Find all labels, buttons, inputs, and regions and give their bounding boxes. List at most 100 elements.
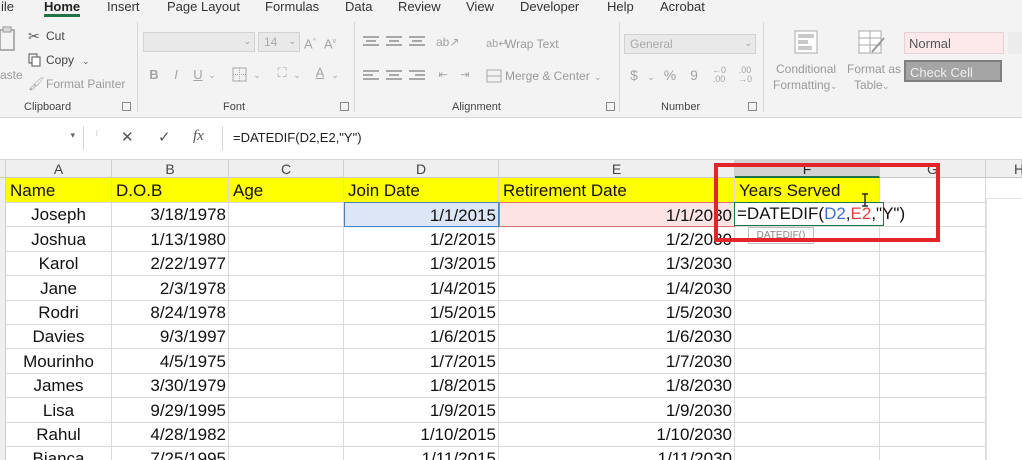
cell-f11[interactable] bbox=[735, 422, 880, 447]
percent-button[interactable]: % bbox=[662, 67, 678, 83]
cell-c5[interactable] bbox=[229, 275, 344, 301]
more-options-icon[interactable]: ⋮ bbox=[94, 131, 100, 137]
cell-g5[interactable] bbox=[880, 275, 986, 301]
clipboard-launcher-icon[interactable] bbox=[122, 102, 131, 111]
insert-function-button[interactable]: fx bbox=[193, 128, 204, 145]
cell-b6[interactable]: 8/24/1978 bbox=[112, 300, 229, 325]
enter-button[interactable]: ✓ bbox=[158, 128, 171, 146]
column-header-c[interactable]: C bbox=[229, 160, 344, 178]
column-header-a[interactable]: A bbox=[6, 160, 112, 178]
cut-button[interactable]: ✂ Cut bbox=[28, 28, 88, 46]
cell-g10[interactable] bbox=[880, 397, 986, 423]
borders-icon[interactable] bbox=[232, 67, 248, 83]
cell-b5[interactable]: 2/3/1978 bbox=[112, 275, 229, 301]
format-as-table-button[interactable]: Format as Table ⌄ bbox=[844, 28, 902, 100]
font-name-dropdown[interactable]: ⌄ bbox=[143, 32, 255, 52]
align-left-icon[interactable] bbox=[363, 70, 379, 82]
conditional-formatting-button[interactable]: Conditional Formatting ⌄ bbox=[770, 28, 844, 100]
cell-e10[interactable]: 1/9/2030 bbox=[499, 397, 735, 423]
style-normal-swatch[interactable]: Normal bbox=[904, 32, 1004, 54]
wrap-text-button[interactable]: ab↵ Wrap Text bbox=[486, 36, 566, 54]
tab-file[interactable]: ile bbox=[1, 0, 14, 14]
cell-c2[interactable] bbox=[229, 202, 344, 228]
cell-e12[interactable]: 1/11/2030 bbox=[499, 446, 735, 460]
cell-d6[interactable]: 1/5/2015 bbox=[344, 300, 499, 325]
cell-g7[interactable] bbox=[880, 324, 986, 350]
cell-c9[interactable] bbox=[229, 373, 344, 399]
decrease-font-icon[interactable]: Av bbox=[322, 34, 338, 52]
tab-acrobat[interactable]: Acrobat bbox=[660, 0, 705, 14]
cell-b10[interactable]: 9/29/1995 bbox=[112, 397, 229, 423]
cancel-button[interactable]: ✕ bbox=[121, 128, 134, 146]
cell-e8[interactable]: 1/7/2030 bbox=[499, 348, 735, 374]
tab-insert[interactable]: Insert bbox=[107, 0, 140, 14]
cell-b2[interactable]: 3/18/1978 bbox=[112, 202, 229, 228]
tab-page-layout[interactable]: Page Layout bbox=[167, 0, 240, 14]
header-cell-e[interactable]: Retirement Date bbox=[499, 178, 735, 203]
chevron-down-icon[interactable]: ⌄ bbox=[252, 67, 262, 83]
cell-c3[interactable] bbox=[229, 226, 344, 252]
currency-button[interactable]: $ bbox=[628, 67, 640, 83]
cell-a12[interactable]: Bianca bbox=[6, 446, 112, 460]
cell-b3[interactable]: 1/13/1980 bbox=[112, 226, 229, 252]
orientation-icon[interactable]: ab↗ bbox=[436, 34, 459, 50]
cell-f6[interactable] bbox=[735, 300, 880, 325]
underline-button[interactable]: U bbox=[192, 67, 204, 83]
cell-a10[interactable]: Lisa bbox=[6, 397, 112, 423]
column-header-h[interactable]: H bbox=[986, 160, 1022, 178]
header-cell-c[interactable]: Age bbox=[229, 178, 344, 203]
align-right-icon[interactable] bbox=[409, 70, 425, 82]
cell-d7[interactable]: 1/6/2015 bbox=[344, 324, 499, 350]
cell-a9[interactable]: James bbox=[6, 373, 112, 399]
font-size-dropdown[interactable]: 14 ⌄ bbox=[258, 32, 300, 52]
cell-b8[interactable]: 4/5/1975 bbox=[112, 348, 229, 374]
cell-e9[interactable]: 1/8/2030 bbox=[499, 373, 735, 399]
cell-d2[interactable]: 1/1/2015 bbox=[344, 202, 499, 228]
cell-g11[interactable] bbox=[880, 422, 986, 447]
cell-g12[interactable] bbox=[880, 446, 986, 460]
cell-a2[interactable]: Joseph bbox=[6, 202, 112, 228]
cell-b9[interactable]: 3/30/1979 bbox=[112, 373, 229, 399]
header-cell-d[interactable]: Join Date bbox=[344, 178, 499, 203]
cell-a6[interactable]: Rodri bbox=[6, 300, 112, 325]
cell-a7[interactable]: Davies bbox=[6, 324, 112, 350]
cell-c10[interactable] bbox=[229, 397, 344, 423]
cell-a11[interactable]: Rahul bbox=[6, 422, 112, 447]
comma-button[interactable]: 9 bbox=[688, 67, 700, 83]
chevron-down-icon[interactable]: ⌄ bbox=[292, 67, 302, 83]
cell-f7[interactable] bbox=[735, 324, 880, 350]
name-box[interactable]: ▾ bbox=[0, 126, 84, 150]
column-header-b[interactable]: B bbox=[112, 160, 229, 178]
increase-font-icon[interactable]: A^ bbox=[302, 34, 318, 52]
increase-decimal-icon[interactable]: ←0.00 bbox=[708, 66, 730, 84]
cell-d9[interactable]: 1/8/2015 bbox=[344, 373, 499, 399]
cell-e4[interactable]: 1/3/2030 bbox=[499, 251, 735, 277]
cell-c8[interactable] bbox=[229, 348, 344, 374]
tab-help[interactable]: Help bbox=[607, 0, 634, 14]
alignment-launcher-icon[interactable] bbox=[606, 102, 615, 111]
cell-c11[interactable] bbox=[229, 422, 344, 447]
tab-formulas[interactable]: Formulas bbox=[265, 0, 319, 14]
cell-g6[interactable] bbox=[880, 300, 986, 325]
cell-f10[interactable] bbox=[735, 397, 880, 423]
cell-g4[interactable] bbox=[880, 251, 986, 277]
cell-c12[interactable] bbox=[229, 446, 344, 460]
cell-e6[interactable]: 1/5/2030 bbox=[499, 300, 735, 325]
italic-button[interactable]: I bbox=[170, 67, 182, 83]
cell-d3[interactable]: 1/2/2015 bbox=[344, 226, 499, 252]
tab-view[interactable]: View bbox=[466, 0, 494, 14]
cell-a4[interactable]: Karol bbox=[6, 251, 112, 277]
cell-e5[interactable]: 1/4/2030 bbox=[499, 275, 735, 301]
decrease-decimal-icon[interactable]: .00 →0 bbox=[734, 66, 756, 84]
header-cell-a[interactable]: Name bbox=[6, 178, 112, 203]
cell-b12[interactable]: 7/25/1995 bbox=[112, 446, 229, 460]
cell-e7[interactable]: 1/6/2030 bbox=[499, 324, 735, 350]
chevron-down-icon[interactable]: ⌄ bbox=[330, 67, 340, 83]
cell-d12[interactable]: 1/11/2015 bbox=[344, 446, 499, 460]
cell-d11[interactable]: 1/10/2015 bbox=[344, 422, 499, 447]
tab-review[interactable]: Review bbox=[398, 0, 441, 14]
tab-developer[interactable]: Developer bbox=[520, 0, 579, 14]
cell-f5[interactable] bbox=[735, 275, 880, 301]
column-header-d[interactable]: D bbox=[344, 160, 499, 178]
align-top-icon[interactable] bbox=[363, 36, 379, 48]
